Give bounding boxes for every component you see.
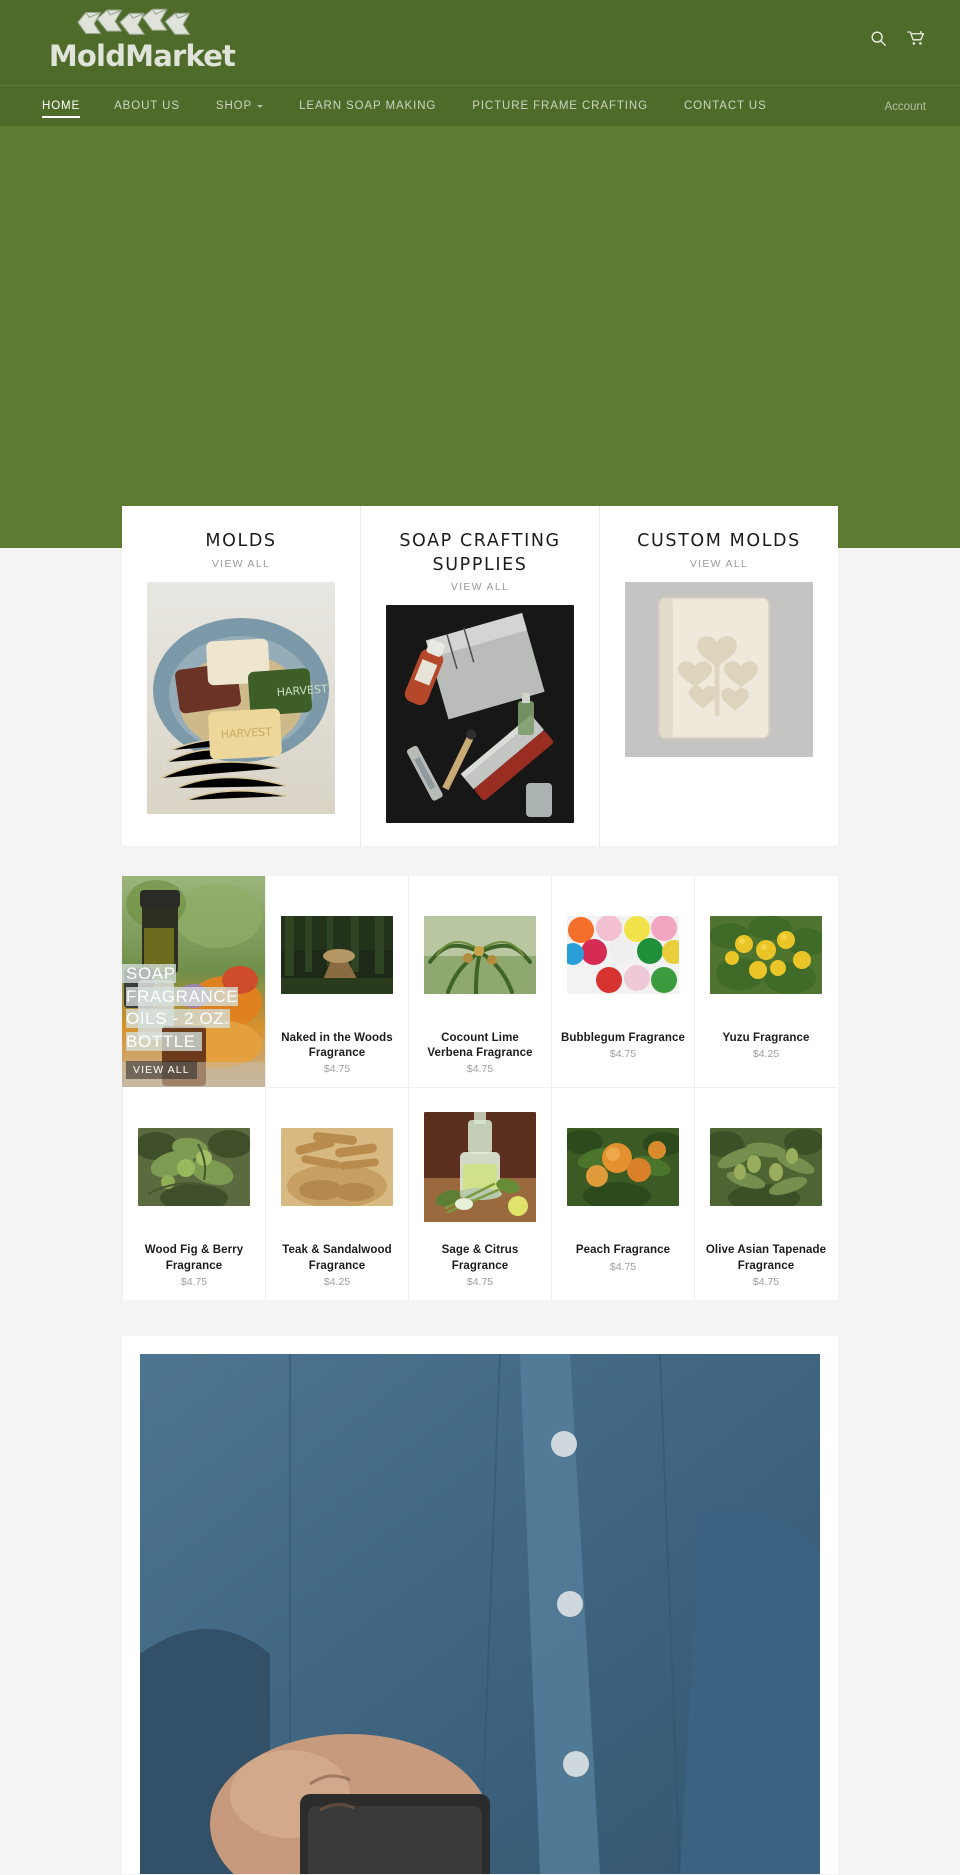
product-image-fig-branch: [138, 1127, 250, 1206]
shopping-cart-icon[interactable]: [907, 30, 926, 47]
promo-heading: SOAP FRAGRANCE OILS - 2 OZ. BOTTLE: [126, 964, 239, 1051]
collection-card-custom-molds[interactable]: CUSTOM MOLDS VIEW ALL: [600, 506, 838, 846]
collections-section: MOLDS VIEW ALL HARVEST HARVEST SOAP CRAF…: [0, 506, 960, 846]
product-price: $4.75: [609, 1260, 637, 1273]
nav-item-home[interactable]: Home: [42, 86, 96, 126]
product-title: Naked in the Woods Fragrance: [281, 1032, 393, 1060]
product-price: $4.75: [609, 1048, 637, 1061]
product-price: $4.75: [466, 1275, 494, 1288]
nav-item-about-us[interactable]: About Us: [96, 86, 198, 126]
product-title: Cocount Lime Verbena Fragrance: [427, 1032, 533, 1060]
account-link[interactable]: Account: [884, 86, 926, 127]
product-image-wrap: [703, 1094, 829, 1239]
collection-view-all[interactable]: VIEW ALL: [614, 558, 824, 570]
product-image-wrap: [274, 1094, 400, 1239]
product-image-forest-path: [281, 915, 393, 994]
product-title: Sage & Citrus Fragrance: [441, 1244, 519, 1272]
promo-overlay: SOAP FRAGRANCE OILS - 2 OZ. BOTTLE VIEW …: [122, 963, 265, 1079]
feature-image-soapmaker: [140, 1353, 820, 1874]
nav-item-learn-soap-making[interactable]: Learn Soap Making: [281, 86, 454, 126]
nav-item-label: Shop: [215, 100, 253, 112]
product-card[interactable]: Sage & Citrus Fragrance $4.75: [408, 1088, 551, 1300]
search-icon[interactable]: [870, 30, 887, 47]
nav-item-picture-frame-crafting[interactable]: Picture Frame Crafting: [454, 86, 666, 126]
nav-list: Home About Us Shop Learn Soap Making Pic…: [42, 86, 785, 126]
collection-image-supplies: [386, 605, 574, 824]
feature-section: [122, 1335, 838, 1874]
product-card[interactable]: Naked in the Woods Fragrance $4.75: [265, 876, 408, 1089]
site-logo-text: MoldMarket: [48, 39, 236, 73]
nav-item-label: Home: [42, 100, 81, 112]
collection-view-all[interactable]: VIEW ALL: [375, 581, 585, 593]
nav-item-label: Learn Soap Making: [299, 100, 437, 112]
mold-blocks-logo-icon: [77, 8, 191, 35]
product-image-gumballs: [567, 915, 679, 994]
nav-item-shop[interactable]: Shop: [198, 86, 281, 126]
product-image-coconut-palm: [424, 915, 536, 994]
hero-banner: [0, 126, 960, 506]
site-header: MoldMarket: [0, 0, 960, 85]
product-image-wrap: [703, 882, 829, 1027]
product-card[interactable]: Wood Fig & Berry Fragrance $4.75: [122, 1088, 265, 1300]
product-price: $4.75: [466, 1063, 494, 1076]
product-title: Olive Asian Tapenade Fragrance: [705, 1244, 827, 1272]
product-card[interactable]: Cocount Lime Verbena Fragrance $4.75: [408, 876, 551, 1089]
collection-title: SOAP CRAFTING SUPPLIES: [399, 531, 561, 575]
main-navigation: Home About Us Shop Learn Soap Making Pic…: [0, 85, 960, 126]
product-title: Wood Fig & Berry Fragrance: [144, 1244, 244, 1272]
product-image-wrap: [417, 882, 543, 1027]
product-price: $4.25: [323, 1275, 351, 1288]
promo-tile-fragrance-oils[interactable]: SOAP FRAGRANCE OILS - 2 OZ. BOTTLE VIEW …: [122, 876, 265, 1087]
header-actions: [870, 30, 926, 47]
product-title: Yuzu Fragrance: [722, 1032, 810, 1044]
nav-item-label: About Us: [114, 100, 180, 112]
chevron-down-icon: [257, 104, 264, 108]
promo-view-all-button[interactable]: VIEW ALL: [126, 1061, 197, 1079]
product-image-olives: [710, 1127, 822, 1206]
nav-item-label: Contact Us: [683, 100, 767, 112]
product-image-wrap: [560, 1094, 686, 1239]
product-title: Teak & Sandalwood Fragrance: [282, 1244, 392, 1272]
collection-title: MOLDS: [205, 531, 277, 551]
collection-title: CUSTOM MOLDS: [637, 531, 801, 551]
collection-card-soap-crafting-supplies[interactable]: SOAP CRAFTING SUPPLIES VIEW ALL: [361, 506, 600, 846]
product-title: Peach Fragrance: [575, 1244, 671, 1257]
product-price: $4.75: [752, 1275, 780, 1288]
collection-card-list: MOLDS VIEW ALL HARVEST HARVEST SOAP CRAF…: [122, 506, 838, 846]
site-logo[interactable]: MoldMarket: [42, 6, 242, 71]
collection-card-molds[interactable]: MOLDS VIEW ALL HARVEST HARVEST: [122, 506, 361, 846]
product-image-wrap: [274, 882, 400, 1027]
product-card[interactable]: Yuzu Fragrance $4.25: [694, 876, 837, 1089]
product-image-yuzu-tree: [710, 915, 822, 994]
product-price: $4.25: [752, 1048, 780, 1061]
product-card[interactable]: Teak & Sandalwood Fragrance $4.25: [265, 1088, 408, 1300]
product-image-peaches: [567, 1127, 679, 1206]
collection-image-molds: HARVEST HARVEST: [147, 581, 335, 814]
nav-item-label: Picture Frame Crafting: [472, 100, 648, 112]
product-title: Bubblegum Fragrance: [561, 1032, 685, 1044]
product-card[interactable]: Peach Fragrance $4.75: [551, 1088, 694, 1300]
product-image-sandalwood: [281, 1127, 393, 1206]
product-card[interactable]: Olive Asian Tapenade Fragrance $4.75: [694, 1088, 837, 1300]
product-grid: SOAP FRAGRANCE OILS - 2 OZ. BOTTLE VIEW …: [122, 876, 838, 1300]
svg-text:HARVEST: HARVEST: [220, 725, 272, 741]
product-image-wrap: [417, 1094, 543, 1239]
product-image-wrap: [131, 1094, 257, 1239]
product-price: $4.75: [323, 1063, 351, 1076]
nav-item-contact-us[interactable]: Contact Us: [666, 86, 785, 126]
product-image-sage-citrus-drink: [424, 1111, 536, 1222]
collection-image-custom-molds: [625, 581, 813, 757]
product-price: $4.75: [180, 1275, 208, 1288]
collection-view-all[interactable]: VIEW ALL: [136, 558, 346, 570]
product-image-wrap: [560, 882, 686, 1027]
product-card[interactable]: Bubblegum Fragrance $4.75: [551, 876, 694, 1089]
